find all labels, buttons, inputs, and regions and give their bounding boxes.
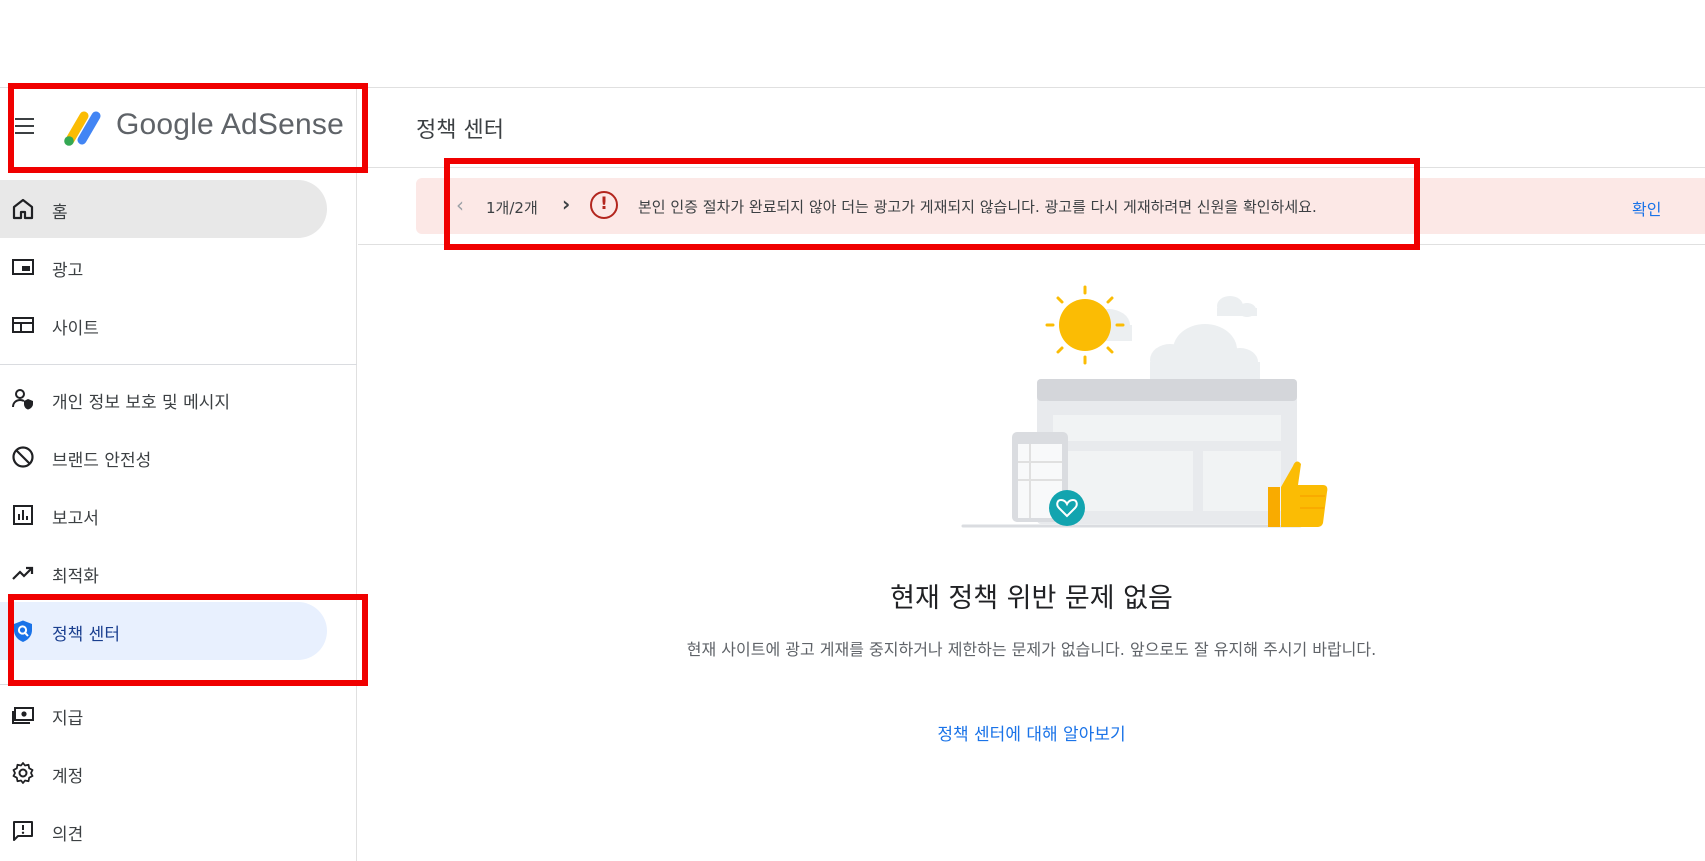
sidebar: Google AdSense 홈 광고 사이트 개인 정보 보호 및 메시지 브… <box>0 88 357 861</box>
sidebar-item-account[interactable]: 계정 <box>0 744 327 802</box>
alert-counter: 1개/2개 <box>486 199 538 217</box>
learn-about-policy-center-link[interactable]: 정책 센터에 대해 알아보기 <box>0 720 1705 745</box>
hamburger-menu-icon[interactable] <box>14 116 36 136</box>
sidebar-item-label: 개인 정보 보호 및 메시지 <box>52 393 231 413</box>
banner-divider <box>358 244 1705 245</box>
sidebar-item-sites[interactable]: 사이트 <box>0 296 327 354</box>
sidebar-item-label: 보고서 <box>52 509 99 529</box>
home-icon <box>12 198 34 220</box>
previous-alert-icon[interactable]: ‹ <box>456 193 464 217</box>
verify-identity-button[interactable]: 확인 <box>1632 196 1661 220</box>
sidebar-item-privacy-messaging[interactable]: 개인 정보 보호 및 메시지 <box>0 370 327 428</box>
alert-banner: ‹ 1개/2개 › ! 본인 인증 절차가 완료되지 않아 더는 광고가 게재되… <box>416 178 1705 234</box>
gear-icon <box>12 762 34 784</box>
sidebar-item-home[interactable]: 홈 <box>0 180 327 238</box>
header-divider <box>358 167 1705 168</box>
sidebar-item-reports[interactable]: 보고서 <box>0 486 327 544</box>
sidebar-item-feedback[interactable]: 의견 <box>0 802 327 860</box>
block-icon <box>12 446 34 468</box>
sites-icon <box>12 317 34 333</box>
sidebar-item-brand-safety[interactable]: 브랜드 안전성 <box>0 428 327 486</box>
page-title: 정책 센터 <box>416 118 504 143</box>
sidebar-item-label: 계정 <box>52 767 84 787</box>
sidebar-item-label: 의견 <box>52 825 84 845</box>
privacy-messaging-icon <box>12 389 33 410</box>
sidebar-item-label: 사이트 <box>52 319 99 339</box>
next-alert-icon[interactable]: › <box>562 192 570 216</box>
sidebar-item-label: 홈 <box>52 203 68 223</box>
error-alert-icon: ! <box>590 191 618 219</box>
heart-icon <box>1049 490 1085 526</box>
alert-message: 본인 인증 절차가 완료되지 않아 더는 광고가 게재되지 않습니다. 광고를 … <box>638 198 1317 216</box>
sidebar-item-label: 브랜드 안전성 <box>52 451 152 471</box>
ads-icon <box>12 259 34 275</box>
empty-state-title: 현재 정책 위반 문제 없음 <box>890 583 1173 614</box>
empty-state-description: 현재 사이트에 광고 게재를 중지하거나 제한하는 문제가 없습니다. 앞으로도… <box>686 640 1377 659</box>
sidebar-item-ads[interactable]: 광고 <box>0 238 327 296</box>
reports-icon <box>13 505 33 525</box>
brand-name[interactable]: Google AdSense <box>116 108 344 142</box>
sidebar-item-label: 광고 <box>52 261 84 281</box>
adsense-logo-icon <box>64 111 101 146</box>
sidebar-divider <box>0 684 357 685</box>
feedback-icon <box>13 821 33 841</box>
brand-header: Google AdSense <box>0 88 357 168</box>
sidebar-divider <box>0 364 357 365</box>
no-violations-illustration <box>961 285 1328 528</box>
top-bar <box>0 0 1705 88</box>
